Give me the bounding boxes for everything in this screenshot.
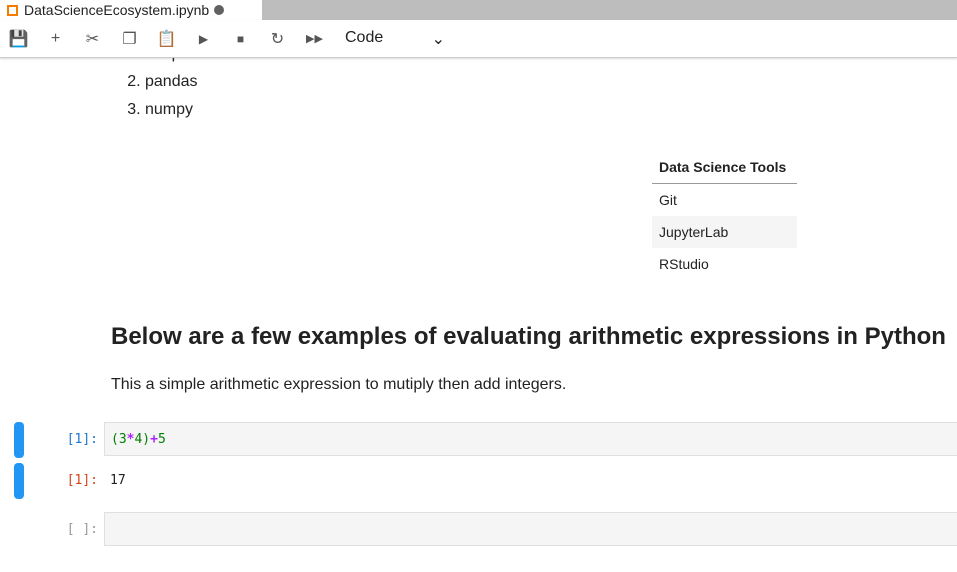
paste-icon[interactable]: 📋 — [148, 29, 185, 49]
stop-icon[interactable]: ■ — [222, 32, 259, 46]
table-cell: JupyterLab — [652, 216, 797, 248]
input-prompt: [1]: — [66, 432, 98, 447]
output-collapser[interactable] — [14, 463, 24, 499]
code-token: (3 — [111, 432, 127, 447]
save-icon[interactable]: 💾 — [0, 29, 37, 49]
table-cell: Git — [659, 192, 677, 208]
cut-icon[interactable]: ✂ — [74, 29, 111, 49]
tab-bar: DataScienceEcosystem.ipynb — [0, 0, 957, 20]
notebook-toolbar: 💾 + ✂ ❐ 📋 ▶ ■ ↻ ▶▶ Code ⌄ — [0, 20, 957, 58]
output-text: 17 — [110, 473, 126, 488]
code-editor-empty[interactable] — [104, 512, 957, 546]
chevron-down-icon: ⌄ — [431, 30, 445, 48]
list-item: numpy — [145, 96, 198, 124]
cell-type-select[interactable]: Code ⌄ — [345, 29, 445, 49]
tools-table: Data Science Tools Git JupyterLab RStudi… — [652, 151, 797, 280]
tab-title: DataScienceEcosystem.ipynb — [24, 2, 210, 18]
section-heading: Below are a few examples of evaluating a… — [111, 323, 946, 350]
description-text: This a simple arithmetic expression to m… — [111, 376, 567, 393]
add-cell-icon[interactable]: + — [37, 30, 74, 48]
cell-collapser[interactable] — [14, 422, 24, 458]
code-token: + — [150, 432, 158, 447]
output-prompt: [1]: — [66, 473, 98, 488]
code-cell[interactable]: [1]: (3*4)+5 — [0, 422, 957, 458]
restart-icon[interactable]: ↻ — [259, 29, 296, 49]
notebook-content: matplot pandas numpy Data Science Tools … — [0, 58, 957, 572]
code-token: 5 — [157, 432, 166, 447]
run-all-icon[interactable]: ▶▶ — [296, 32, 333, 45]
libraries-list: matplot pandas numpy — [108, 58, 198, 124]
code-editor[interactable]: (3*4)+5 — [104, 422, 957, 456]
notebook-icon — [7, 4, 18, 16]
copy-icon[interactable]: ❐ — [111, 29, 148, 49]
list-item: pandas — [145, 68, 198, 96]
table-cell: RStudio — [659, 256, 709, 272]
run-icon[interactable]: ▶ — [185, 32, 222, 46]
output-area: [1]: 17 — [0, 463, 957, 499]
code-token: 4) — [134, 432, 151, 447]
list-item: matplot — [145, 58, 198, 68]
notebook-tab[interactable]: DataScienceEcosystem.ipynb — [0, 0, 262, 20]
empty-prompt: [ ]: — [66, 522, 98, 537]
table-header: Data Science Tools — [652, 151, 797, 184]
cell-type-value: Code — [345, 28, 384, 46]
unsaved-dot-icon[interactable] — [214, 5, 225, 15]
empty-code-cell[interactable]: [ ]: — [0, 512, 957, 548]
